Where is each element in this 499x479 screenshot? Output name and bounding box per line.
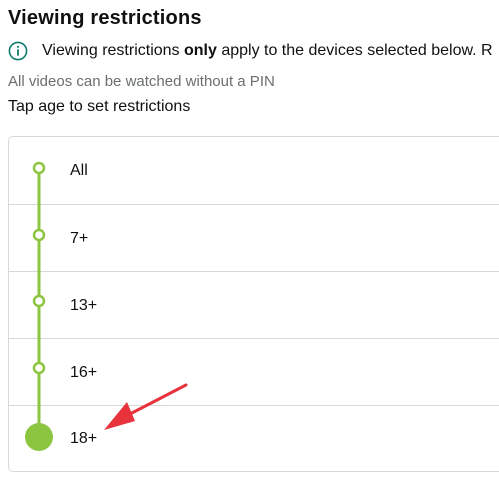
- page-title: Viewing restrictions: [8, 7, 202, 29]
- age-option-label: 13+: [70, 297, 98, 314]
- age-option-label: 7+: [70, 230, 89, 247]
- viewing-restrictions-page: Viewing restrictions Viewing restriction…: [0, 0, 499, 479]
- info-notice: Viewing restrictions only apply to the d…: [8, 41, 493, 61]
- age-option-label: All: [70, 162, 88, 179]
- age-selector: All 7+ 13+ 16+ 18+: [8, 136, 499, 472]
- info-text: Viewing restrictions only apply to the d…: [42, 42, 493, 59]
- info-circle-icon: [8, 41, 28, 61]
- age-option-all[interactable]: All: [9, 137, 499, 204]
- age-option-18plus[interactable]: 18+: [9, 405, 499, 471]
- age-option-label: 18+: [70, 430, 98, 447]
- age-option-7plus[interactable]: 7+: [9, 204, 499, 271]
- info-text-emphasis: only: [183, 42, 217, 59]
- tap-age-instruction: Tap age to set restrictions: [8, 98, 191, 115]
- restriction-status: All videos can be watched without a PIN: [8, 73, 275, 90]
- age-option-label: 16+: [70, 364, 98, 381]
- age-option-13plus[interactable]: 13+: [9, 271, 499, 338]
- age-option-16plus[interactable]: 16+: [9, 338, 499, 405]
